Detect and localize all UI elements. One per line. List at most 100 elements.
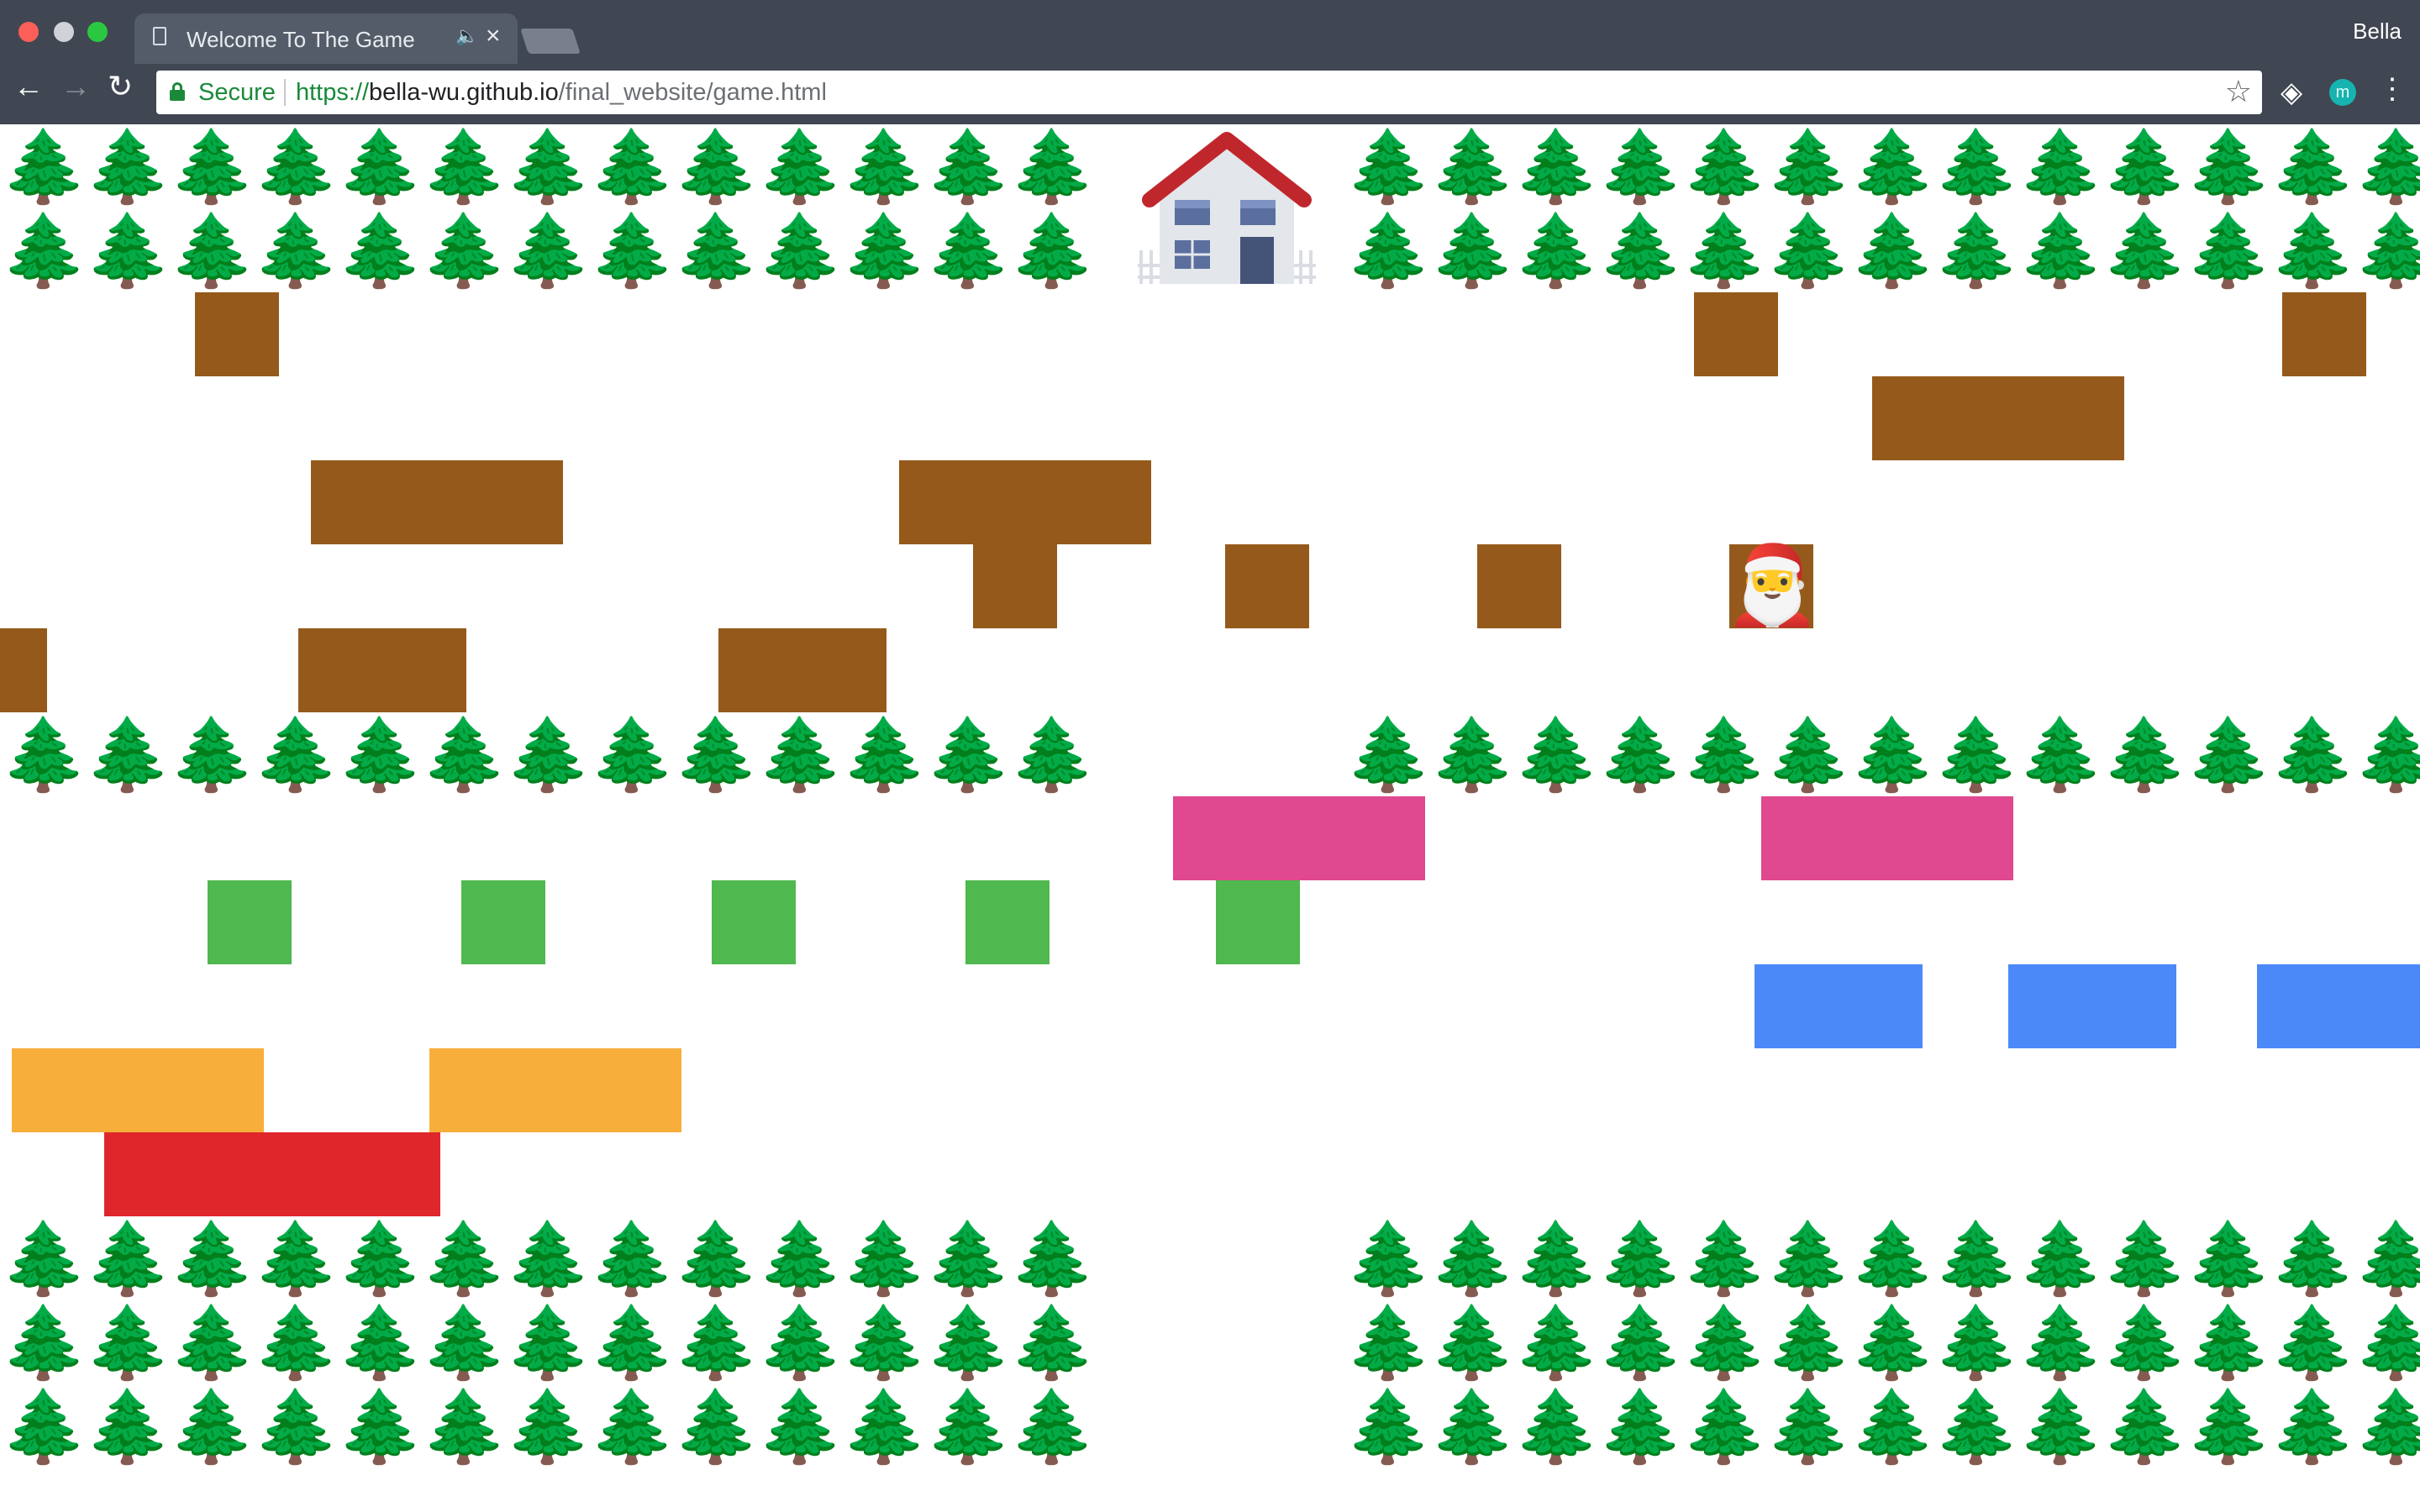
tree-icon: 🌲 bbox=[1597, 715, 1685, 794]
back-icon[interactable]: ← bbox=[13, 69, 44, 104]
green-block bbox=[208, 880, 292, 964]
tree-icon: 🌲 bbox=[504, 211, 592, 290]
tree-icon: 🌲 bbox=[2269, 1219, 2357, 1298]
tree-icon: 🌲 bbox=[84, 127, 172, 206]
zoom-window-button[interactable] bbox=[87, 22, 108, 42]
tree-icon: 🌲 bbox=[1765, 211, 1853, 290]
wood-block bbox=[1872, 376, 2124, 460]
tree-icon: 🌲 bbox=[1428, 1219, 1517, 1298]
tree-icon: 🌲 bbox=[1512, 211, 1601, 290]
tree-icon: 🌲 bbox=[336, 1219, 424, 1298]
tree-icon: 🌲 bbox=[2017, 1219, 2105, 1298]
tree-icon: 🌲 bbox=[1765, 127, 1853, 206]
new-tab-button[interactable] bbox=[520, 29, 581, 54]
tree-icon: 🌲 bbox=[252, 1387, 340, 1466]
tree-icon: 🌲 bbox=[1344, 1303, 1433, 1382]
menu-icon[interactable]: ⋮ bbox=[2378, 72, 2407, 106]
tree-icon: 🌲 bbox=[1933, 127, 2021, 206]
wood-block bbox=[899, 460, 1151, 544]
tree-icon: 🌲 bbox=[1597, 1387, 1685, 1466]
tree-icon: 🌲 bbox=[1681, 127, 1769, 206]
orange-block bbox=[429, 1048, 681, 1132]
tree-icon: 🌲 bbox=[1849, 1303, 1937, 1382]
tree-icon: 🌲 bbox=[1681, 1303, 1769, 1382]
tree-icon: 🌲 bbox=[924, 1303, 1013, 1382]
tree-icon: 🌲 bbox=[1428, 715, 1517, 794]
browser-tab[interactable]: Welcome To The Game 🔈 × bbox=[134, 13, 518, 64]
wood-block bbox=[0, 628, 47, 712]
tree-icon: 🌲 bbox=[2353, 1303, 2420, 1382]
santa-player[interactable]: 🎅 bbox=[1724, 539, 1821, 632]
tree-icon: 🌲 bbox=[0, 715, 88, 794]
close-icon[interactable]: × bbox=[486, 22, 501, 50]
profile-name[interactable]: Bella bbox=[2353, 18, 2402, 45]
tree-icon: 🌲 bbox=[1681, 715, 1769, 794]
tree-icon: 🌲 bbox=[756, 1303, 844, 1382]
wood-block bbox=[2282, 292, 2366, 376]
tree-icon: 🌲 bbox=[0, 127, 88, 206]
tree-icon: 🌲 bbox=[672, 127, 760, 206]
tree-icon: 🌲 bbox=[1765, 1387, 1853, 1466]
forward-icon[interactable]: → bbox=[60, 69, 91, 104]
tree-icon: 🌲 bbox=[84, 211, 172, 290]
tree-icon: 🌲 bbox=[1512, 1387, 1601, 1466]
tree-icon: 🌲 bbox=[336, 211, 424, 290]
tree-icon: 🌲 bbox=[336, 127, 424, 206]
tree-icon: 🌲 bbox=[2353, 211, 2420, 290]
tree-icon: 🌲 bbox=[672, 1303, 760, 1382]
tree-icon: 🌲 bbox=[2269, 715, 2357, 794]
tree-icon: 🌲 bbox=[168, 211, 256, 290]
tree-icon: 🌲 bbox=[2017, 211, 2105, 290]
tree-icon: 🌲 bbox=[504, 1219, 592, 1298]
tree-icon: 🌲 bbox=[756, 1219, 844, 1298]
tab-title: Welcome To The Game bbox=[187, 27, 415, 52]
tree-icon: 🌲 bbox=[1344, 211, 1433, 290]
speaker-icon[interactable]: 🔈 bbox=[455, 25, 478, 47]
tree-icon: 🌲 bbox=[840, 1303, 929, 1382]
star-icon[interactable]: ☆ bbox=[2225, 74, 2252, 109]
pink-block bbox=[1173, 796, 1425, 880]
tree-icon: 🌲 bbox=[1933, 715, 2021, 794]
tree-icon: 🌲 bbox=[588, 1387, 676, 1466]
tree-icon: 🌲 bbox=[168, 1303, 256, 1382]
reload-icon[interactable]: ↻ bbox=[108, 69, 133, 104]
tree-icon: 🌲 bbox=[1428, 127, 1517, 206]
tree-icon: 🌲 bbox=[2185, 211, 2273, 290]
browser-chrome: Welcome To The Game 🔈 × Bella ← → ↻ Secu… bbox=[0, 0, 2420, 124]
close-window-button[interactable] bbox=[18, 22, 39, 42]
tree-icon: 🌲 bbox=[924, 127, 1013, 206]
tree-icon: 🌲 bbox=[2269, 211, 2357, 290]
tree-icon: 🌲 bbox=[504, 1303, 592, 1382]
tree-icon: 🌲 bbox=[2101, 211, 2189, 290]
tree-icon: 🌲 bbox=[1765, 715, 1853, 794]
tree-icon: 🌲 bbox=[1933, 1303, 2021, 1382]
wood-block bbox=[718, 628, 886, 712]
wood-block bbox=[1694, 292, 1778, 376]
tree-icon: 🌲 bbox=[2017, 127, 2105, 206]
tree-icon: 🌲 bbox=[1681, 1219, 1769, 1298]
url-text[interactable]: https://bella-wu.github.io/final_website… bbox=[296, 79, 827, 107]
wood-block bbox=[1225, 544, 1309, 628]
tree-icon: 🌲 bbox=[2269, 127, 2357, 206]
tree-icon: 🌲 bbox=[2353, 1219, 2420, 1298]
gem-extension-icon[interactable]: ◈ bbox=[2281, 76, 2302, 109]
green-block bbox=[712, 880, 796, 964]
tree-icon: 🌲 bbox=[2017, 1303, 2105, 1382]
tree-icon: 🌲 bbox=[336, 1387, 424, 1466]
tree-icon: 🌲 bbox=[1849, 211, 1937, 290]
tree-icon: 🌲 bbox=[756, 127, 844, 206]
tree-icon: 🌲 bbox=[420, 1387, 508, 1466]
m-extension-icon[interactable]: m bbox=[2329, 79, 2356, 106]
tree-icon: 🌲 bbox=[420, 715, 508, 794]
tree-icon: 🌲 bbox=[1512, 127, 1601, 206]
tree-icon: 🌲 bbox=[2353, 127, 2420, 206]
tree-icon: 🌲 bbox=[588, 715, 676, 794]
tree-icon: 🌲 bbox=[1344, 715, 1433, 794]
tree-icon: 🌲 bbox=[84, 1219, 172, 1298]
pink-block bbox=[1761, 796, 2013, 880]
tree-icon: 🌲 bbox=[2185, 1387, 2273, 1466]
minimize-window-button[interactable] bbox=[54, 22, 74, 42]
wood-block bbox=[1477, 544, 1561, 628]
address-bar[interactable]: Secure https://bella-wu.github.io/final_… bbox=[156, 71, 2262, 114]
tree-icon: 🌲 bbox=[504, 715, 592, 794]
